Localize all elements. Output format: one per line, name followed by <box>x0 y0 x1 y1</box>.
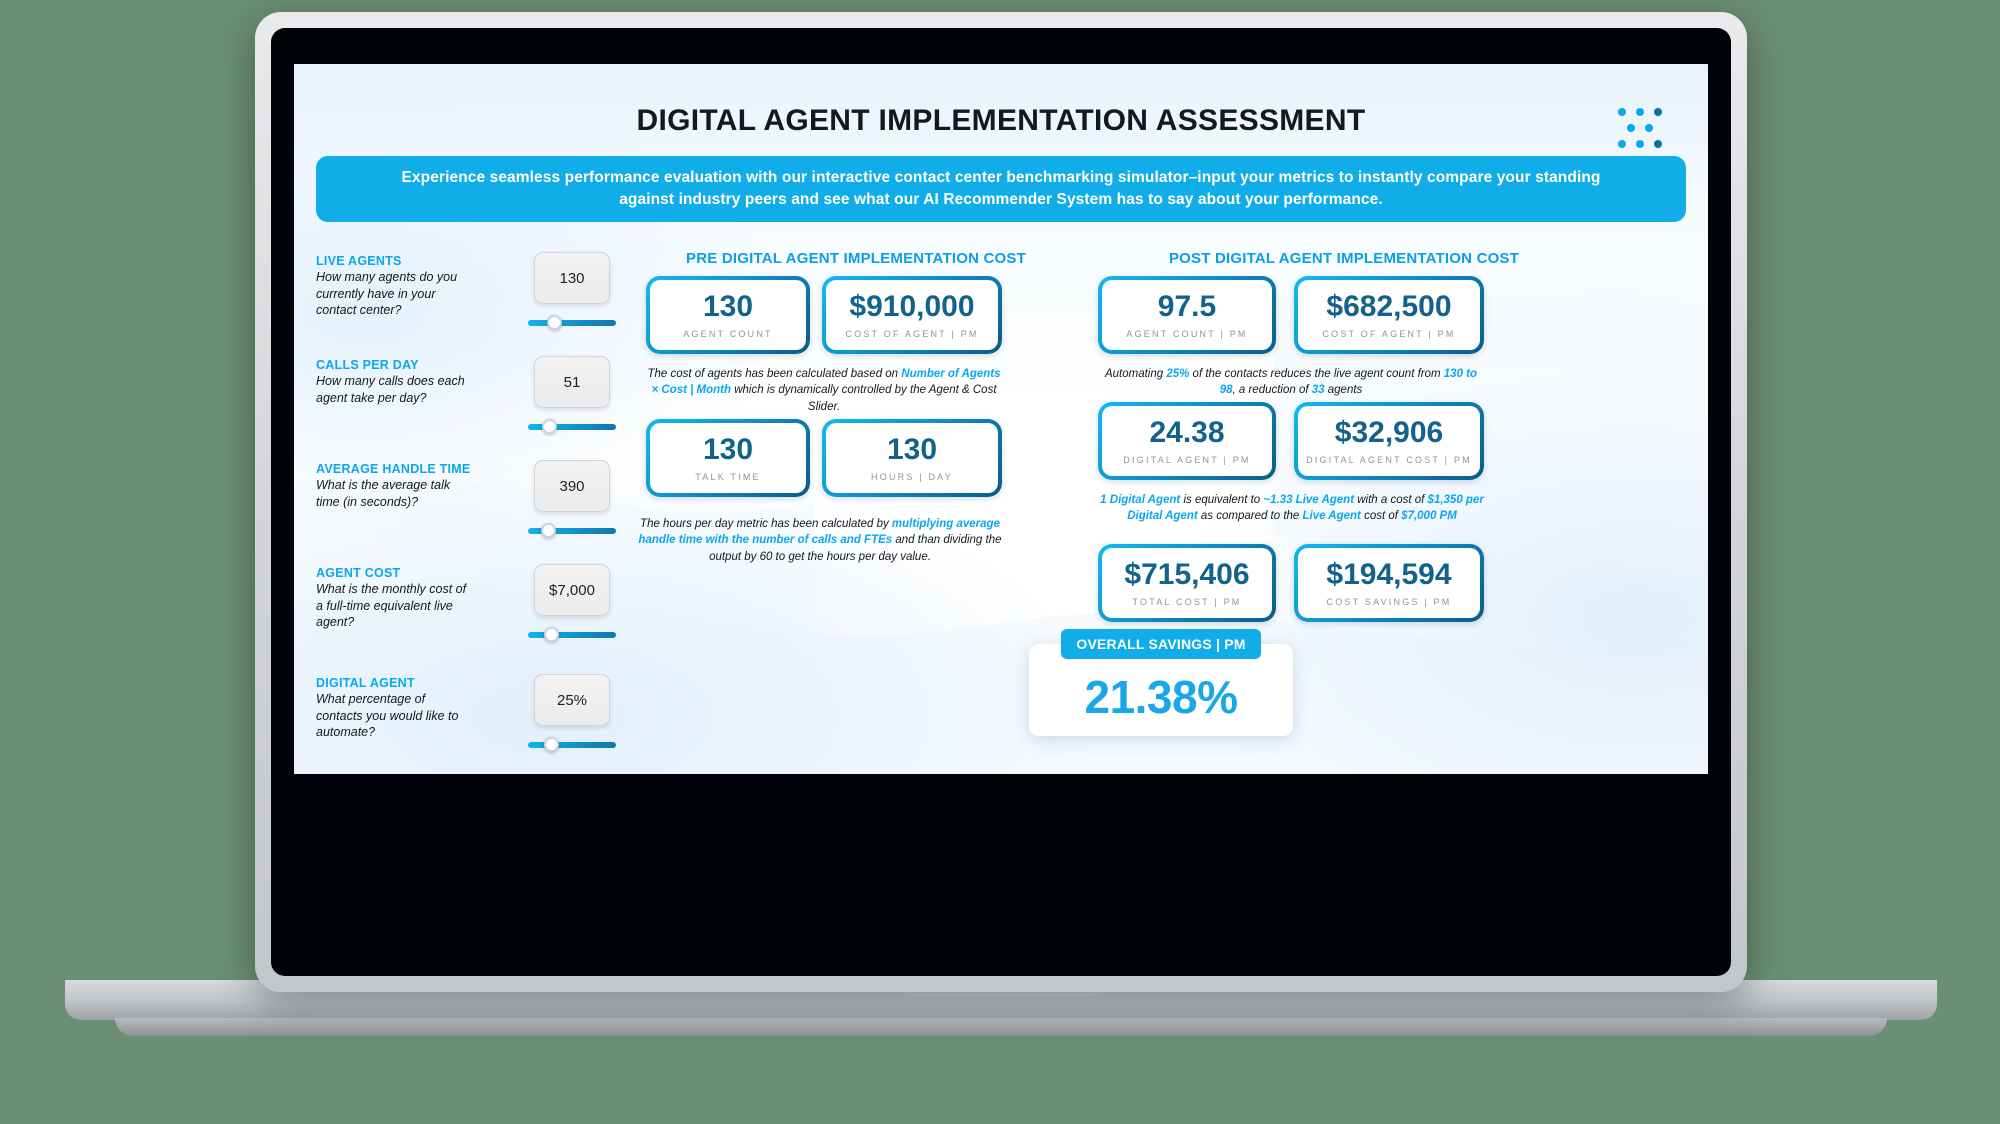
post-card-cost-savings: $194,594 COST SAVINGS | PM <box>1294 544 1484 622</box>
note-part: is equivalent to <box>1180 494 1264 506</box>
slider-thumb[interactable] <box>541 523 556 538</box>
post-card-digital-agent: 24.38 DIGITAL AGENT | PM <box>1098 402 1276 480</box>
note-highlight: $7,000 PM <box>1401 510 1457 523</box>
post-note-automation: Automating 25% of the contacts reduces t… <box>1098 366 1484 399</box>
pre-section-heading: PRE DIGITAL AGENT IMPLEMENTATION COST <box>686 250 1026 267</box>
card-value: $194,594 <box>1326 557 1452 591</box>
post-card-total-cost: $715,406 TOTAL COST | PM <box>1098 544 1276 622</box>
laptop-lid: DIGITAL AGENT IMPLEMENTATION ASSESSMENT <box>255 12 1747 992</box>
calls-per-day-slider[interactable] <box>528 418 616 436</box>
digital-agent-slider[interactable] <box>528 736 616 754</box>
card-value: $32,906 <box>1334 415 1444 449</box>
control-average-handle-time: AVERAGE HANDLE TIME What is the average … <box>316 460 636 566</box>
card-value: 24.38 <box>1149 415 1225 449</box>
post-section-heading: POST DIGITAL AGENT IMPLEMENTATION COST <box>1168 250 1520 267</box>
post-card-digital-agent-cost: $32,906 DIGITAL AGENT COST | PM <box>1294 402 1484 480</box>
laptop-base-lip <box>115 1018 1887 1036</box>
input-controls-panel: LIVE AGENTS How many agents do you curre… <box>316 252 636 774</box>
control-live-agents: LIVE AGENTS How many agents do you curre… <box>316 252 636 358</box>
pre-card-cost-of-agent: $910,000 COST OF AGENT | PM <box>822 276 1002 354</box>
slider-track <box>528 320 616 326</box>
slider-thumb[interactable] <box>544 737 559 752</box>
pre-note-cost: The cost of agents has been calculated b… <box>646 366 1002 415</box>
slider-thumb[interactable] <box>544 627 559 642</box>
average-handle-time-slider[interactable] <box>528 522 616 540</box>
control-question: What is the monthly cost of a full-time … <box>316 582 467 630</box>
post-card-cost-of-agent: $682,500 COST OF AGENT | PM <box>1294 276 1484 354</box>
card-value: 97.5 <box>1157 289 1217 323</box>
card-label: HOURS | DAY <box>871 471 953 482</box>
overall-savings-tab: OVERALL SAVINGS | PM <box>1061 629 1261 659</box>
control-question: How many agents do you currently have in… <box>316 270 458 318</box>
overall-savings-value: 21.38% <box>1084 671 1238 723</box>
screenshot-stage: DIGITAL AGENT IMPLEMENTATION ASSESSMENT <box>0 0 2000 1124</box>
page-title: DIGITAL AGENT IMPLEMENTATION ASSESSMENT <box>636 104 1366 137</box>
dashboard-page: DIGITAL AGENT IMPLEMENTATION ASSESSMENT <box>294 64 1708 774</box>
card-value: $715,406 <box>1124 557 1250 591</box>
live-agents-slider[interactable] <box>528 314 616 332</box>
card-label: COST OF AGENT | PM <box>1322 328 1456 339</box>
card-value: 130 <box>702 432 754 466</box>
control-question: What is the average talk time (in second… <box>316 478 451 509</box>
pre-card-talk-time: 130 TALK TIME <box>646 419 810 497</box>
note-part: , a reduction of <box>1232 384 1312 397</box>
card-label: DIGITAL AGENT | PM <box>1123 454 1251 465</box>
note-highlight: Live Agent <box>1302 510 1361 523</box>
laptop-mockup: DIGITAL AGENT IMPLEMENTATION ASSESSMENT <box>65 12 1937 1036</box>
intro-banner: Experience seamless performance evaluati… <box>316 156 1686 222</box>
average-handle-time-input[interactable]: 390 <box>534 460 610 512</box>
pre-card-agent-count: 130 AGENT COUNT <box>646 276 810 354</box>
card-value: $682,500 <box>1326 289 1452 323</box>
card-label: AGENT COUNT <box>683 328 773 339</box>
card-label: DIGITAL AGENT COST | PM <box>1306 454 1472 465</box>
card-value: $910,000 <box>849 289 975 323</box>
note-highlight: 25% <box>1166 368 1190 380</box>
card-value: 130 <box>886 432 938 466</box>
calls-per-day-input[interactable]: 51 <box>534 356 610 408</box>
note-part: which is dynamically controlled by the A… <box>731 384 997 413</box>
note-part: Automating <box>1104 368 1167 380</box>
note-part: as compared to the <box>1197 510 1303 523</box>
control-calls-per-day: CALLS PER DAY How many calls does each a… <box>316 356 636 462</box>
laptop-screen: DIGITAL AGENT IMPLEMENTATION ASSESSMENT <box>294 64 1708 774</box>
card-label: COST SAVINGS | PM <box>1326 596 1452 607</box>
intro-banner-text: Experience seamless performance evaluati… <box>401 168 1601 208</box>
laptop-bezel: DIGITAL AGENT IMPLEMENTATION ASSESSMENT <box>271 28 1731 976</box>
card-label: AGENT COUNT | PM <box>1126 328 1248 339</box>
slider-track <box>528 742 616 748</box>
note-part: The cost of agents has been calculated b… <box>647 368 902 380</box>
slider-thumb[interactable] <box>547 315 562 330</box>
agent-cost-input[interactable]: $7,000 <box>534 564 610 616</box>
pre-card-hours-day: 130 HOURS | DAY <box>822 419 1002 497</box>
slider-thumb[interactable] <box>542 419 557 434</box>
note-part: with a cost of <box>1354 494 1428 506</box>
note-part: agents <box>1324 384 1363 397</box>
card-label: TOTAL COST | PM <box>1132 596 1242 607</box>
pre-note-hours: The hours per day metric has been calcul… <box>630 516 1010 565</box>
post-card-agent-count: 97.5 AGENT COUNT | PM <box>1098 276 1276 354</box>
note-highlight: 33 <box>1311 384 1325 397</box>
control-digital-agent: DIGITAL AGENT What percentage of contact… <box>316 674 636 774</box>
agent-cost-slider[interactable] <box>528 626 616 644</box>
slider-track <box>528 632 616 638</box>
live-agents-input[interactable]: 130 <box>534 252 610 304</box>
card-label: COST OF AGENT | PM <box>845 328 979 339</box>
digital-agent-input[interactable]: 25% <box>534 674 610 726</box>
control-question: How many calls does each agent take per … <box>316 374 465 405</box>
card-value: 130 <box>702 289 754 323</box>
note-highlight: 1 Digital Agent <box>1100 494 1181 506</box>
note-highlight: ~1.33 Live Agent <box>1263 494 1355 506</box>
note-part: cost of <box>1360 510 1402 523</box>
brand-dots-logo <box>1618 108 1670 154</box>
post-note-equivalence: 1 Digital Agent is equivalent to ~1.33 L… <box>1094 492 1490 525</box>
note-part: of the contacts reduces the live agent c… <box>1189 368 1444 380</box>
control-agent-cost: AGENT COST What is the monthly cost of a… <box>316 564 636 676</box>
note-part: The hours per day metric has been calcul… <box>640 518 892 530</box>
control-question: What percentage of contacts you would li… <box>316 692 459 740</box>
card-label: TALK TIME <box>695 471 761 482</box>
